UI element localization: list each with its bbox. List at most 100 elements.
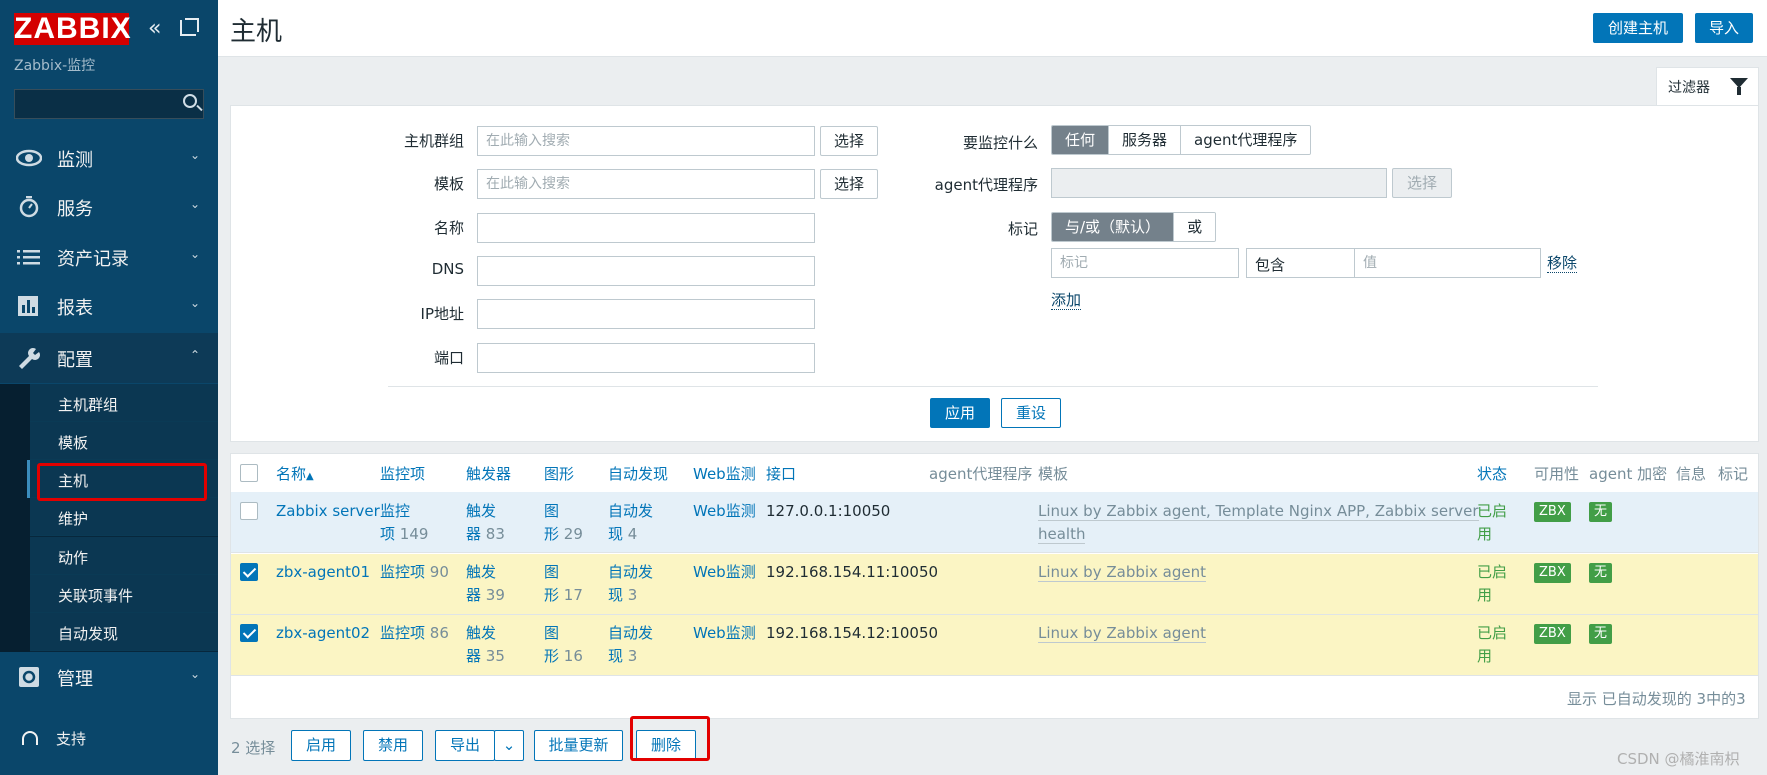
create-host-button[interactable]: 创建主机 [1593,13,1683,43]
discovery-link[interactable]: 自动发现 3 [608,622,653,668]
submenu-actions[interactable]: 动作 › [30,537,218,575]
graphs-link[interactable]: 图形 16 [544,622,583,668]
nav-inventory[interactable]: 资产记录 ⌄ [0,232,218,282]
nav-inventory-label: 资产记录 [57,249,129,270]
templates-select-button[interactable]: 选择 [820,169,878,199]
monitored-by-label: 要监控什么 [962,134,1038,152]
submenu-discovery[interactable]: 自动发现 [30,613,218,651]
monitored-by-proxy[interactable]: agent代理程序 [1181,126,1311,154]
import-button[interactable]: 导入 [1695,13,1753,43]
encryption-badge: 无 [1589,624,1613,644]
table-footer-count: 显示 已自动发现的 3中的3 [1567,690,1746,708]
kiosk-mode-icon[interactable] [180,18,199,36]
column-templates: 模板 [1038,465,1069,483]
column-name[interactable]: 名称▲ [276,463,314,484]
nav-monitoring[interactable]: 监测 ⌄ [0,133,218,183]
support-link[interactable]: 支持 [22,728,86,749]
host-name-link[interactable]: Zabbix server [276,500,380,523]
submenu-maintenance[interactable]: 维护 [30,498,218,536]
triggers-link[interactable]: 触发器 35 [466,622,505,668]
discovery-link[interactable]: 自动发现 4 [608,500,653,546]
chevron-down-icon: ⌄ [190,667,201,681]
search-icon[interactable] [183,94,197,108]
name-input[interactable] [477,213,815,243]
remove-tag-link[interactable]: 移除 [1547,254,1578,273]
row-checkbox[interactable] [240,563,258,581]
sort-ascending-icon: ▲ [306,471,314,482]
dns-input[interactable] [477,256,815,286]
column-proxy: agent代理程序 [929,465,1033,483]
annotation-highlight-hosts [37,463,207,501]
host-name-link[interactable]: zbx-agent01 [276,561,370,584]
availability-badge: ZBX [1534,502,1571,522]
disable-button[interactable]: 禁用 [363,730,423,761]
chevron-down-icon: ⌄ [502,736,516,754]
tag-name-input[interactable]: 标记 [1051,248,1239,278]
tag-value-input[interactable]: 值 [1354,248,1541,278]
enable-button[interactable]: 启用 [291,730,351,761]
apply-button[interactable]: 应用 [930,398,990,428]
add-tag-link[interactable]: 添加 [1051,291,1082,310]
triggers-link[interactable]: 触发器 83 [466,500,505,546]
templates-list[interactable]: Linux by Zabbix agent [1038,622,1207,645]
items-link[interactable]: 监控项 86 [380,622,449,645]
nav-services[interactable]: 服务 ⌄ [0,182,218,232]
host-groups-select-button[interactable]: 选择 [820,126,878,156]
ip-input[interactable] [477,299,815,329]
column-tags: 标记 [1718,465,1749,483]
discovery-link[interactable]: 自动发现 3 [608,561,653,607]
page-header: 主机 创建主机 导入 [218,0,1767,57]
column-status[interactable]: 状态 [1477,463,1507,484]
row-checkbox[interactable] [240,502,258,520]
status-enabled-link[interactable]: 已启用 [1477,622,1507,668]
monitored-by-any[interactable]: 任何 [1052,126,1110,154]
filter-tab[interactable]: 过滤器 [1656,67,1759,105]
mass-update-button[interactable]: 批量更新 [534,730,623,761]
submenu-templates[interactable]: 模板 [30,422,218,460]
nav-reports[interactable]: 报表 ⌄ [0,281,218,331]
web-link[interactable]: Web监测 [693,561,756,584]
items-link[interactable]: 监控项 90 [380,561,449,584]
submenu-host-groups[interactable]: 主机群组 [30,384,218,422]
ip-label: IP地址 [420,305,464,323]
eye-icon [16,149,42,167]
row-checkbox[interactable] [240,624,258,642]
export-button[interactable]: 导出 [435,730,495,761]
interface-address: 127.0.0.1:10050 [766,502,891,520]
column-discovery: 自动发现 [608,465,669,483]
select-all-checkbox[interactable] [240,464,258,482]
export-dropdown-button[interactable]: ⌄ [494,730,524,761]
host-groups-input[interactable]: 在此输入搜索 [477,126,815,156]
web-link[interactable]: Web监测 [693,622,756,645]
encryption-badge: 无 [1589,563,1613,583]
nav-administration[interactable]: 管理 ⌄ [0,652,218,702]
port-input[interactable] [477,343,815,373]
zabbix-logo[interactable]: ZABBIX [14,13,131,45]
nav-configuration-label: 配置 [57,350,93,371]
nav-configuration[interactable]: 配置 ⌃ [0,333,218,383]
web-link[interactable]: Web监测 [693,500,756,523]
sidebar-search-input[interactable] [14,89,204,119]
tag-operator-or[interactable]: 或 [1174,213,1216,241]
items-link[interactable]: 监控项 149 [380,500,428,546]
status-enabled-link[interactable]: 已启用 [1477,500,1507,546]
templates-list[interactable]: Linux by Zabbix agent, Template Nginx AP… [1038,500,1479,546]
graphs-link[interactable]: 图形 29 [544,500,583,546]
templates-input[interactable]: 在此输入搜索 [477,169,815,199]
reset-button[interactable]: 重设 [1001,398,1061,428]
column-web: Web监测 [693,465,756,483]
encryption-badge: 无 [1589,502,1613,522]
status-enabled-link[interactable]: 已启用 [1477,561,1507,607]
tag-operator-and-or[interactable]: 与/或（默认） [1052,213,1175,241]
interface-address: 192.168.154.11:10050 [766,563,939,581]
monitored-by-server[interactable]: 服务器 [1109,126,1182,154]
server-name: Zabbix-监控 [14,58,96,74]
templates-list[interactable]: Linux by Zabbix agent [1038,561,1207,584]
triggers-link[interactable]: 触发器 39 [466,561,505,607]
collapse-sidebar-icon[interactable]: « [148,18,161,40]
availability-badge: ZBX [1534,563,1571,583]
submenu-event-correlation[interactable]: 关联项事件 [30,575,218,613]
page-title: 主机 [230,17,283,47]
host-name-link[interactable]: zbx-agent02 [276,622,370,645]
graphs-link[interactable]: 图形 17 [544,561,583,607]
